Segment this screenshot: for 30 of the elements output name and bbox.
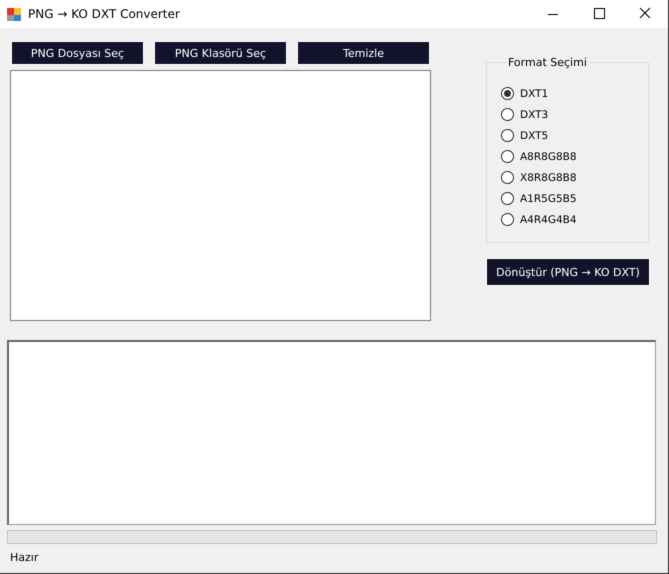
radio-button[interactable] — [501, 213, 514, 226]
toolbar-button[interactable]: PNG Dosyası Seç — [11, 41, 144, 65]
format-option[interactable]: A4R4G4B4 — [501, 209, 648, 230]
option-label: X8R8G8B8 — [520, 172, 577, 184]
format-option[interactable]: DXT3 — [501, 104, 648, 125]
format-option[interactable]: X8R8G8B8 — [501, 167, 648, 188]
option-label: A8R8G8B8 — [520, 150, 577, 162]
radio-button[interactable] — [501, 150, 514, 163]
radio-button[interactable] — [501, 192, 514, 205]
toolbar-button[interactable]: Temizle — [297, 41, 430, 65]
format-option[interactable]: DXT5 — [501, 125, 648, 146]
radio-button[interactable] — [501, 108, 514, 121]
option-label: DXT5 — [520, 130, 548, 142]
radio-button[interactable] — [501, 129, 514, 142]
convert-button[interactable]: Dönüştür (PNG → KO DXT) — [486, 258, 650, 286]
toolbar-button[interactable]: PNG Klasörü Seç — [154, 41, 287, 65]
format-option[interactable]: DXT1 — [501, 83, 648, 104]
app-icon — [6, 6, 22, 22]
status-text: Hazır — [10, 551, 40, 564]
window-title: PNG → KO DXT Converter — [28, 7, 180, 21]
option-label: A4R4G4B4 — [520, 214, 577, 226]
log-textbox[interactable] — [7, 340, 656, 525]
radio-button[interactable] — [501, 87, 514, 100]
format-option[interactable]: A8R8G8B8 — [501, 146, 648, 167]
option-label: DXT3 — [520, 108, 548, 120]
format-option[interactable]: A1R5G5B5 — [501, 188, 648, 209]
option-label: A1R5G5B5 — [520, 192, 577, 204]
group-title: Format Seçimi — [507, 56, 588, 69]
radio-button[interactable] — [501, 171, 514, 184]
option-label: DXT1 — [520, 88, 548, 100]
